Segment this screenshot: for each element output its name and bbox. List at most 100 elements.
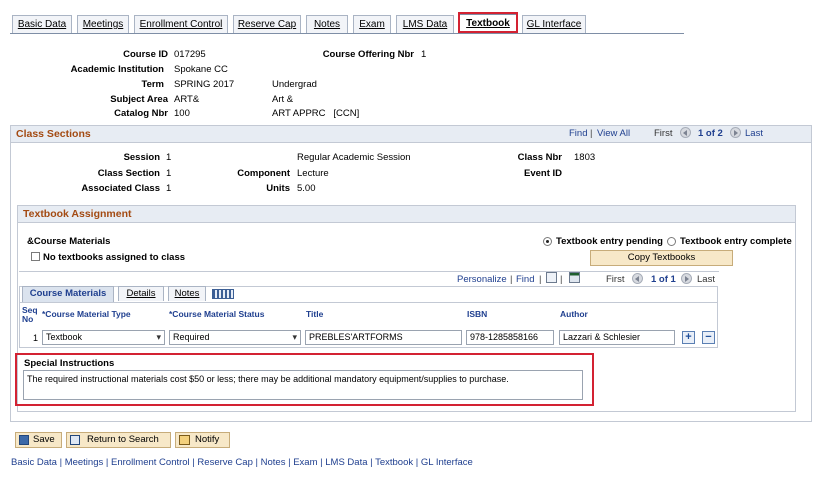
view-all-grid-icon[interactable] [546,272,557,283]
footer-link-exam[interactable]: Exam [293,457,317,468]
term-value: SPRING 2017 [174,79,235,90]
grid-separator-3: | [560,274,563,285]
tab-notes[interactable]: Notes [306,15,348,34]
class-sections-first-label: First [654,128,673,139]
footer-link-basic-data[interactable]: Basic Data [11,457,57,468]
course-offering-value: 1 [421,49,427,60]
subtab-notes[interactable]: Notes [168,286,206,301]
col-title: Title [306,309,324,319]
grid-find-link[interactable]: Find [516,274,534,285]
associated-class-label: Associated Class [81,183,160,194]
class-sections-prev-icon[interactable] [680,127,691,138]
grid-personalize-link[interactable]: Personalize [457,274,507,285]
course-id-value: 017295 [174,49,206,60]
textbook-pending-radio[interactable] [543,237,552,246]
course-materials-label: &Course Materials [27,236,111,247]
component-label: Component [237,168,290,179]
tab-rule [10,33,684,34]
subtab-course-materials[interactable]: Course Materials [22,286,114,302]
class-sections-title: Class Sections [11,126,811,143]
academic-institution-label: Academic Institution [70,64,164,75]
textbook-complete-label: Textbook entry complete [680,236,792,247]
footer-link-reserve-cap[interactable]: Reserve Cap [197,457,252,468]
tab-meetings[interactable]: Meetings [77,15,129,34]
tab-highlight [458,12,518,33]
notify-button[interactable]: Notify [175,432,230,448]
catalog-nbr-value: 100 [174,108,190,119]
author-input[interactable]: Lazzari & Schlesier [559,330,675,345]
course-material-status-value: Required [173,332,210,342]
grid-last-label: Last [697,274,715,285]
copy-textbooks-button[interactable]: Copy Textbooks [590,250,733,266]
subject-area-desc: Art & [272,94,294,105]
class-nbr-label: Class Nbr [517,152,562,163]
academic-institution-value: Spokane CC [174,64,228,75]
subtab-rule [19,302,718,303]
class-sections-next-icon[interactable] [730,127,741,138]
show-all-columns-icon[interactable] [212,289,234,299]
no-textbooks-checkbox[interactable] [31,252,40,261]
class-sections-last-link[interactable]: Last [745,128,763,139]
session-desc: Regular Academic Session [297,152,411,163]
save-button[interactable]: Save [15,432,62,448]
catalog-nbr-label: Catalog Nbr [114,108,168,119]
return-to-search-button[interactable]: Return to Search [66,432,171,448]
save-label: Save [33,434,55,445]
class-nbr-value: 1803 [574,152,596,163]
isbn-input[interactable]: 978-1285858166 [466,330,554,345]
row-seq-value: 1 [33,333,39,343]
course-offering-label: Course Offering Nbr [322,49,414,60]
footer-link-gl-interface[interactable]: GL Interface [421,457,473,468]
add-row-button[interactable]: + [682,331,695,344]
tab-lms-data[interactable]: LMS Data [396,15,454,34]
grid-next-icon[interactable] [681,273,692,284]
textbook-pending-label: Textbook entry pending [556,236,663,247]
subject-area-label: Subject Area [110,94,168,105]
event-id-label: Event ID [523,168,562,179]
save-icon [19,435,29,445]
delete-row-button[interactable]: − [702,331,715,344]
session-label: Session [123,152,160,163]
term-career: Undergrad [272,79,317,90]
class-section-value: 1 [166,168,172,179]
title-input[interactable]: PREBLES'ARTFORMS [305,330,462,345]
course-material-status-select[interactable]: Required [169,330,301,345]
class-sections-find-link[interactable]: Find [569,128,587,139]
units-label: Units [266,183,290,194]
return-to-search-label: Return to Search [87,434,159,445]
tab-gl-interface[interactable]: GL Interface [522,15,586,34]
associated-class-value: 1 [166,183,172,194]
term-label: Term [141,79,164,90]
grid-first-label: First [606,274,625,285]
tab-enrollment-control[interactable]: Enrollment Control [134,15,228,34]
units-value: 5.00 [297,183,316,194]
class-sections-pager: 1 of 2 [698,128,723,139]
col-seq-no: Seq No [22,305,38,324]
footer-link-lms-data[interactable]: LMS Data [325,457,367,468]
subtab-details[interactable]: Details [118,286,164,301]
footer-link-enrollment-control[interactable]: Enrollment Control [111,457,190,468]
tab-exam[interactable]: Exam [353,15,391,34]
catalog-desc: ART APPRC [CCN] [272,108,360,119]
class-sections-view-all-link[interactable]: View All [597,128,630,139]
col-course-material-type: *Course Material Type [42,309,131,319]
course-id-label: Course ID [123,49,168,60]
notify-label: Notify [195,434,220,445]
grid-prev-icon[interactable] [632,273,643,284]
download-excel-icon[interactable] [569,272,580,283]
class-section-label: Class Section [97,168,160,179]
tab-basic-data[interactable]: Basic Data [12,15,72,34]
footer-link-meetings[interactable]: Meetings [65,457,104,468]
notify-icon [179,435,190,445]
course-material-type-select[interactable]: Textbook [42,330,165,345]
grid-separator-2: | [539,274,542,285]
textbook-complete-radio[interactable] [667,237,676,246]
footer-link-textbook[interactable]: Textbook [375,457,413,468]
special-instructions-highlight [15,353,594,406]
footer-link-notes[interactable]: Notes [261,457,286,468]
session-value: 1 [166,152,172,163]
course-material-type-value: Textbook [46,332,83,342]
return-to-search-icon [70,435,80,445]
grid-separator: | [510,274,513,285]
tab-reserve-cap[interactable]: Reserve Cap [233,15,301,34]
